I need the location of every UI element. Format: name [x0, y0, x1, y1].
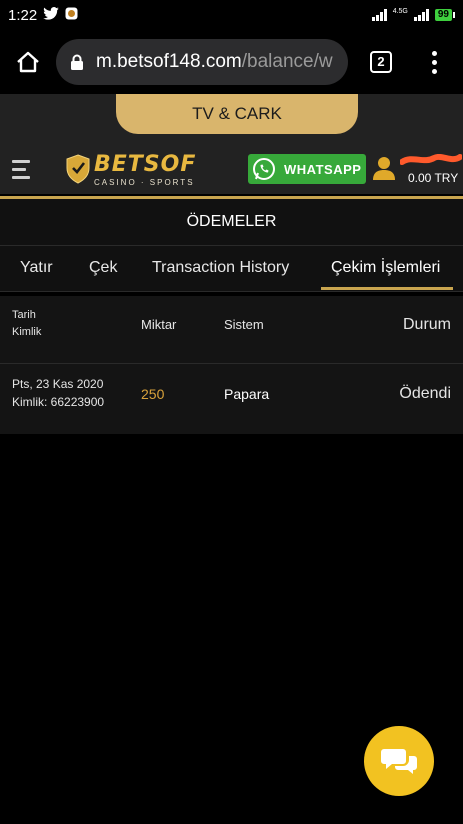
signal-icon-2	[413, 9, 429, 21]
logo-tagline: CASINO · SPORTS	[94, 178, 195, 187]
account-balance: 0.00 TRY	[408, 171, 459, 185]
live-chat-button[interactable]	[364, 726, 434, 796]
tab-deposit[interactable]: Yatır	[20, 246, 53, 290]
site-logo[interactable]: BETSOF CASINO · SPORTS	[66, 152, 206, 192]
header-date: Tarih	[12, 309, 36, 321]
username-redacted	[400, 154, 462, 165]
header-system: Sistem	[224, 317, 264, 332]
notification-app-icon	[65, 7, 78, 24]
tab-withdrawal-transactions[interactable]: Çekim İşlemleri	[331, 246, 440, 290]
tv-cark-tab[interactable]: TV & CARK	[116, 94, 358, 134]
status-time: 1:22	[8, 6, 38, 24]
header-amount: Miktar	[141, 317, 177, 332]
tab-transaction-history[interactable]: Transaction History	[152, 246, 289, 290]
tab-switcher-button[interactable]: 2	[348, 30, 414, 94]
home-icon	[17, 51, 39, 73]
home-button[interactable]	[0, 30, 56, 94]
active-tab-indicator	[321, 287, 453, 290]
row-id: Kimlik: 66223900	[12, 395, 105, 409]
header-status: Durum	[402, 316, 451, 333]
tab-count: 2	[370, 51, 392, 73]
url-domain: m.betsof148.com	[96, 51, 242, 72]
battery-icon: 99	[434, 9, 455, 21]
browser-menu-button[interactable]	[414, 30, 454, 94]
header-id: Kimlik	[12, 326, 42, 338]
row-date: Pts, 23 Kas 2020	[12, 377, 104, 391]
hamburger-menu-icon[interactable]	[12, 160, 32, 184]
whatsapp-icon	[253, 158, 275, 180]
logo-text: BETSOF	[94, 152, 197, 177]
user-icon[interactable]	[373, 156, 395, 185]
row-status: Ödendi	[399, 385, 451, 402]
whatsapp-button[interactable]: WHATSAPP	[248, 154, 366, 184]
battery-level: 99	[434, 9, 452, 21]
whatsapp-label: WHATSAPP	[284, 161, 362, 177]
table-header: Tarih Kimlik Miktar Sistem Durum	[0, 296, 463, 364]
browser-toolbar: m.betsof148.com/balance/w 2	[0, 30, 463, 94]
tab-withdraw[interactable]: Çek	[89, 246, 117, 290]
payment-tabs: Yatır Çek Transaction History Çekim İşle…	[0, 246, 463, 292]
table-row: Pts, 23 Kas 2020 Kimlik: 66223900 250 Pa…	[0, 364, 463, 434]
site-header: BETSOF CASINO · SPORTS WHATSAPP 0.00 TRY	[0, 134, 463, 196]
network-type: 4.5G	[392, 7, 408, 15]
chat-bubbles-icon	[381, 749, 417, 774]
address-bar[interactable]: m.betsof148.com/balance/w	[56, 39, 348, 85]
logo-shield-icon	[66, 154, 90, 184]
status-bar: 1:22 4.5G 99	[0, 0, 463, 30]
row-amount: 250	[141, 386, 165, 402]
page-title: ÖDEMELER	[0, 199, 463, 246]
twitter-icon	[43, 6, 60, 24]
signal-icon	[371, 9, 387, 21]
withdrawal-table: Tarih Kimlik Miktar Sistem Durum Pts, 23…	[0, 296, 463, 434]
url-path: /balance/w	[241, 51, 333, 72]
row-system: Papara	[224, 386, 270, 402]
lock-icon	[70, 54, 84, 71]
